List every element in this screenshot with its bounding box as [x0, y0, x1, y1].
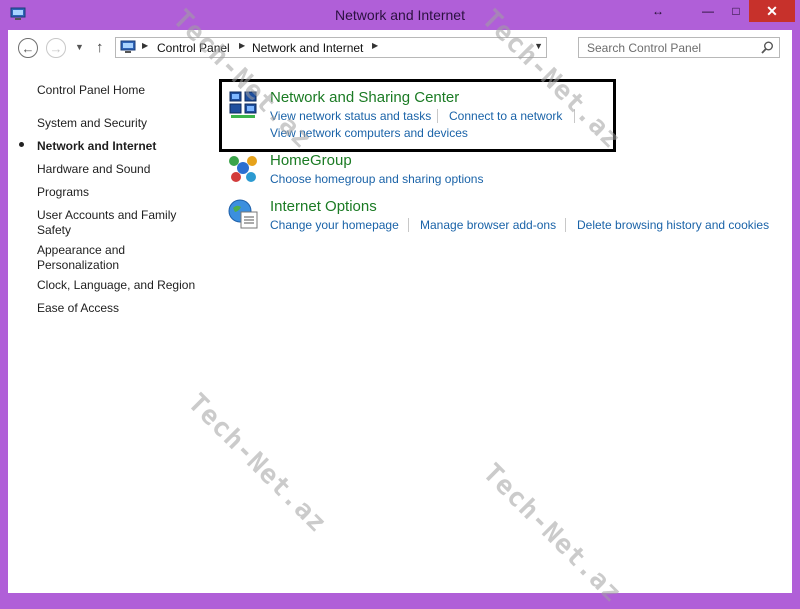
sidebar-item-hardware-sound[interactable]: Hardware and Sound: [37, 162, 207, 177]
sidebar-item-system-security[interactable]: System and Security: [37, 116, 207, 131]
sidebar-item-ease-of-access[interactable]: Ease of Access: [37, 301, 207, 316]
window-title: Network and Internet: [335, 7, 465, 23]
control-panel-icon: [120, 40, 136, 53]
breadcrumb-separator-icon[interactable]: ▶: [372, 41, 378, 50]
manage-addons-link[interactable]: Manage browser add-ons: [420, 218, 556, 232]
close-button[interactable]: ✕: [749, 0, 795, 22]
change-homepage-link[interactable]: Change your homepage: [270, 218, 399, 232]
link-divider: [565, 218, 566, 232]
up-button[interactable]: ↑: [96, 39, 104, 56]
active-item-bullet-icon: [19, 142, 24, 147]
title-bar: Network and Internet ↔ — □ ✕: [0, 0, 800, 30]
search-box[interactable]: Search Control Panel: [578, 37, 780, 58]
resize-icon[interactable]: ↔: [646, 0, 670, 22]
sidebar-item-clock-language[interactable]: Clock, Language, and Region: [37, 278, 207, 293]
control-panel-home-link[interactable]: Control Panel Home: [37, 83, 145, 97]
address-dropdown-icon[interactable]: ▼: [534, 41, 543, 51]
link-divider: [574, 109, 575, 123]
recent-locations-dropdown[interactable]: ▼: [75, 42, 84, 52]
navigation-bar: ← → ▼ ↑ ▶ Control Panel ▶ Network and In…: [8, 30, 792, 68]
connect-to-network-link[interactable]: Connect to a network: [449, 109, 562, 123]
link-divider: [408, 218, 409, 232]
search-icon[interactable]: [761, 41, 774, 54]
search-input[interactable]: Search Control Panel: [587, 41, 701, 55]
maximize-button[interactable]: □: [723, 0, 749, 22]
breadcrumb-network-and-internet[interactable]: Network and Internet: [252, 41, 363, 55]
internet-options-icon[interactable]: [227, 198, 259, 230]
breadcrumb-control-panel[interactable]: Control Panel: [157, 41, 230, 55]
breadcrumb-separator-icon[interactable]: ▶: [239, 41, 245, 50]
network-sharing-icon[interactable]: [227, 89, 259, 121]
delete-browsing-history-link[interactable]: Delete browsing history and cookies: [577, 218, 769, 232]
sidebar-item-user-accounts[interactable]: User Accounts and Family Safety: [37, 208, 187, 238]
minimize-button[interactable]: —: [693, 0, 723, 22]
internet-options-title[interactable]: Internet Options: [270, 198, 377, 215]
view-network-computers-link[interactable]: View network computers and devices: [270, 126, 468, 140]
window-content: ← → ▼ ↑ ▶ Control Panel ▶ Network and In…: [8, 30, 792, 593]
homegroup-icon[interactable]: [227, 152, 259, 184]
homegroup-sharing-options-link[interactable]: Choose homegroup and sharing options: [270, 172, 483, 186]
back-button[interactable]: ←: [18, 38, 38, 58]
homegroup-title[interactable]: HomeGroup: [270, 152, 352, 169]
forward-button[interactable]: →: [46, 38, 66, 58]
sidebar-item-network-internet[interactable]: Network and Internet: [37, 139, 207, 154]
link-divider: [437, 109, 438, 123]
address-bar[interactable]: ▶ Control Panel ▶ Network and Internet ▶…: [115, 37, 547, 58]
network-sharing-center-title[interactable]: Network and Sharing Center: [270, 89, 459, 106]
sidebar-item-appearance[interactable]: Appearance and Personalization: [37, 243, 142, 273]
breadcrumb-separator-icon[interactable]: ▶: [142, 41, 148, 50]
sidebar-item-programs[interactable]: Programs: [37, 185, 207, 200]
view-network-status-link[interactable]: View network status and tasks: [270, 109, 431, 123]
